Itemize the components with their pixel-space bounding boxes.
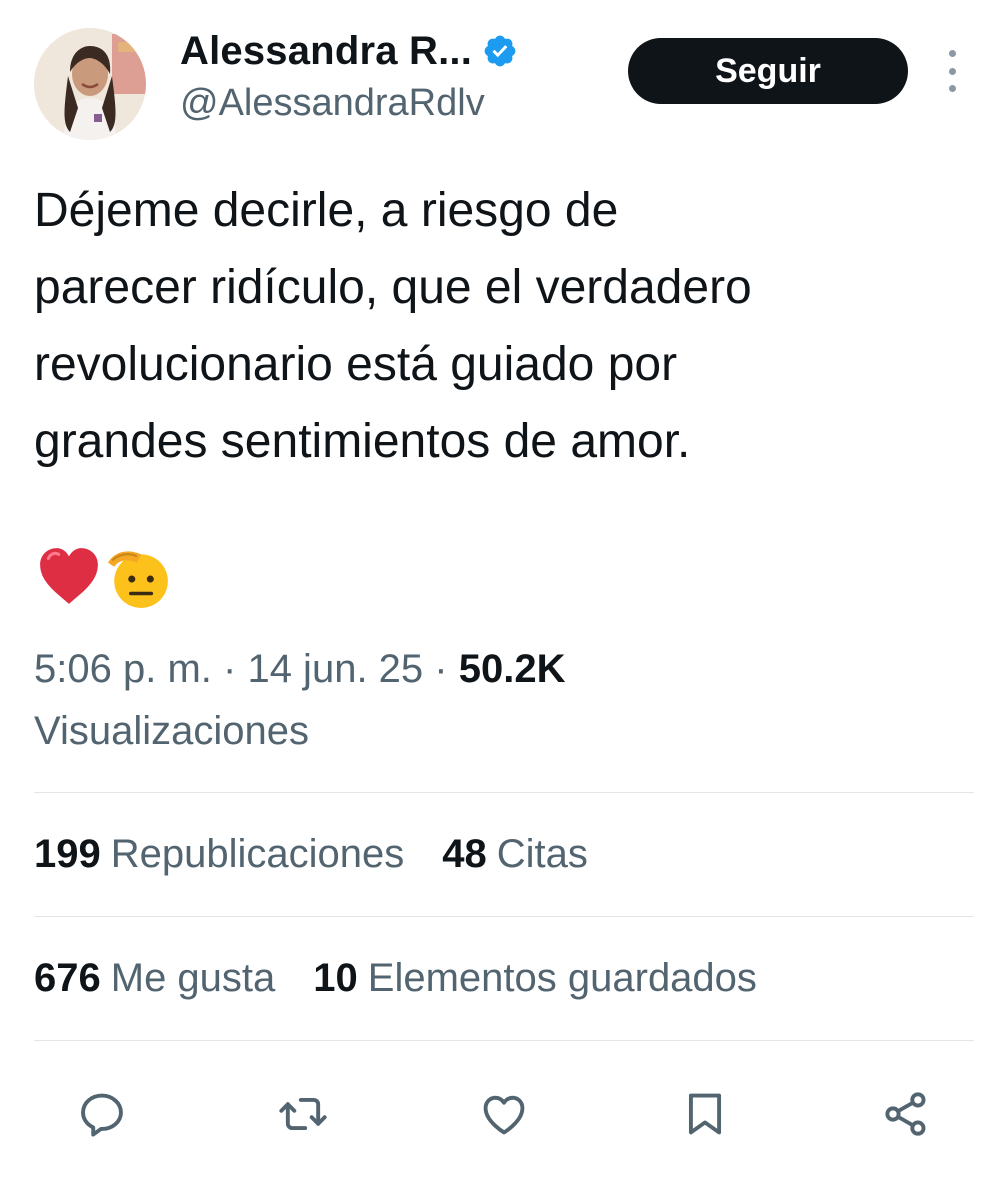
share-icon: [885, 1092, 926, 1136]
tweet-time: 5:06 p. m.: [34, 647, 212, 691]
profile-photo-icon: [34, 28, 146, 140]
avatar[interactable]: [34, 28, 146, 140]
saluting-face-emoji-icon: [108, 551, 168, 608]
follow-button[interactable]: Seguir: [628, 38, 908, 104]
author-name-row: Alessandra R...: [180, 26, 518, 76]
share-button[interactable]: [878, 1086, 934, 1142]
like-button[interactable]: [476, 1086, 532, 1142]
quotes-count: 48: [442, 832, 487, 876]
author-handle[interactable]: @AlessandraRdlv: [180, 82, 485, 125]
bookmark-button[interactable]: [677, 1086, 733, 1142]
repost-button[interactable]: [275, 1086, 331, 1142]
likes-stat[interactable]: 676 Me gusta: [34, 956, 275, 1001]
bookmarks-label: Elementos guardados: [367, 956, 757, 1000]
tweet-action-bar: [0, 1078, 1008, 1148]
like-icon: [483, 1095, 525, 1135]
tweet-emojis: [36, 544, 172, 610]
repost-icon: [279, 1097, 327, 1131]
divider: [34, 792, 974, 793]
reposts-label: Republicaciones: [110, 832, 405, 876]
divider: [34, 916, 974, 917]
meta-separator: ·: [434, 647, 448, 691]
meta-separator: ·: [223, 647, 237, 691]
author-display-name[interactable]: Alessandra R...: [180, 29, 472, 74]
reply-button[interactable]: [74, 1086, 130, 1142]
more-options-icon[interactable]: [938, 50, 966, 92]
divider: [34, 1040, 974, 1041]
bookmark-icon: [688, 1093, 722, 1135]
tweet-meta: 5:06 p. m. · 14 jun. 25 · 50.2K Visualiz…: [34, 638, 974, 762]
views-label[interactable]: Visualizaciones: [34, 709, 309, 753]
reply-icon: [81, 1093, 123, 1137]
red-heart-emoji-icon: [40, 548, 98, 604]
stats-row-likes: 676 Me gusta 10 Elementos guardados: [34, 956, 795, 1001]
stats-row-reposts: 199 Republicaciones 48 Citas: [34, 832, 626, 877]
likes-count: 676: [34, 956, 101, 1000]
reposts-count: 199: [34, 832, 101, 876]
bookmarks-count: 10: [313, 956, 358, 1000]
verified-badge-icon: [484, 35, 516, 67]
tweet-date: 14 jun. 25: [247, 647, 424, 691]
bookmarks-stat[interactable]: 10 Elementos guardados: [313, 956, 757, 1001]
views-count[interactable]: 50.2K: [459, 647, 566, 691]
tweet-text: Déjeme decirle, a riesgo de parecer ridí…: [34, 184, 752, 468]
quotes-label: Citas: [496, 832, 588, 876]
quotes-stat[interactable]: 48 Citas: [442, 832, 588, 877]
likes-label: Me gusta: [110, 956, 276, 1000]
reposts-stat[interactable]: 199 Republicaciones: [34, 832, 404, 877]
